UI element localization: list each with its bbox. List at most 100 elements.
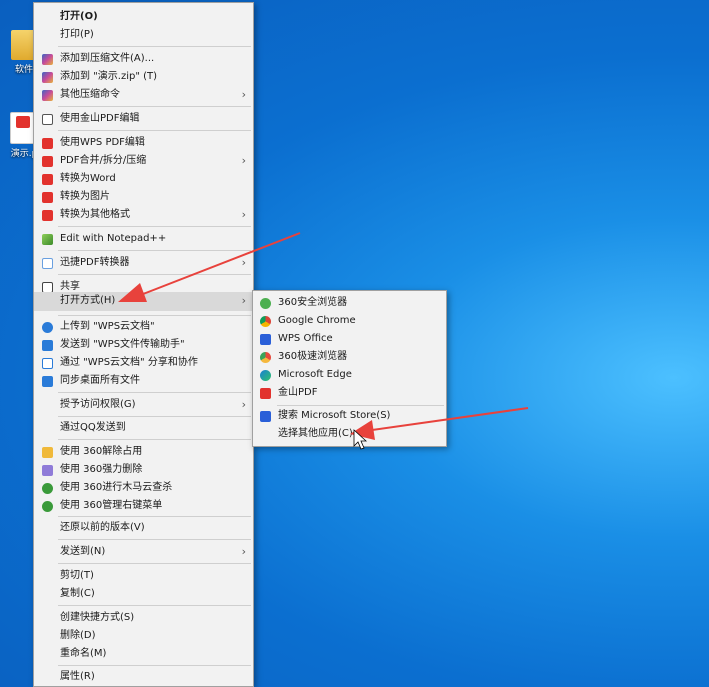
menu-item-label: 迅捷PDF转换器 bbox=[60, 257, 130, 268]
menu-item-label: 金山PDF bbox=[278, 387, 318, 398]
menu-item-send-to[interactable]: 发送到(N) › bbox=[34, 543, 253, 561]
menu-item-copy[interactable]: 复制(C) bbox=[34, 585, 253, 603]
menu-item-convert-image[interactable]: 转换为图片 bbox=[34, 188, 253, 206]
menu-item-pdf-merge[interactable]: PDF合并/拆分/压缩 › bbox=[34, 152, 253, 170]
menu-item-360-trojan-scan[interactable]: 使用 360进行木马云查杀 bbox=[34, 479, 253, 497]
menu-separator bbox=[277, 405, 444, 406]
winrar-icon bbox=[42, 72, 53, 83]
submenu-item-wps-office[interactable]: WPS Office bbox=[253, 330, 446, 348]
menu-item-properties[interactable]: 属性(R) bbox=[34, 668, 253, 686]
chevron-right-icon: › bbox=[241, 154, 246, 167]
menu-item-label: 发送到 "WPS文件传输助手" bbox=[60, 339, 185, 350]
xunjie-pdf-icon bbox=[42, 258, 53, 269]
menu-separator bbox=[58, 226, 251, 227]
chevron-right-icon: › bbox=[241, 208, 246, 221]
menu-separator bbox=[58, 563, 251, 564]
menu-item-label: 剪切(T) bbox=[60, 570, 94, 581]
sync-icon bbox=[42, 376, 53, 387]
submenu-item-360-speed-browser[interactable]: 360极速浏览器 bbox=[253, 348, 446, 366]
menu-item-send-wps-transfer[interactable]: 发送到 "WPS文件传输助手" bbox=[34, 336, 253, 354]
menu-item-open[interactable]: 打开(O) bbox=[34, 8, 253, 26]
menu-item-label: 选择其他应用(C) bbox=[278, 428, 353, 439]
menu-item-label: 使用WPS PDF编辑 bbox=[60, 137, 145, 148]
menu-item-label: Edit with Notepad++ bbox=[60, 233, 167, 244]
menu-separator bbox=[58, 516, 251, 517]
menu-item-label: 上传到 "WPS云文档" bbox=[60, 321, 155, 332]
menu-separator bbox=[58, 315, 251, 316]
chevron-right-icon: › bbox=[241, 294, 246, 307]
menu-item-other-compress[interactable]: 其他压缩命令 › bbox=[34, 86, 253, 104]
menu-item-label: 通过QQ发送到 bbox=[60, 422, 126, 433]
menu-separator bbox=[58, 665, 251, 666]
menu-item-restore-previous[interactable]: 还原以前的版本(V) bbox=[34, 519, 253, 537]
menu-item-delete[interactable]: 删除(D) bbox=[34, 627, 253, 645]
menu-item-label: Microsoft Edge bbox=[278, 369, 352, 380]
menu-item-print[interactable]: 打印(P) bbox=[34, 26, 253, 44]
menu-item-label: 使用 360管理右键菜单 bbox=[60, 500, 163, 511]
menu-item-label: 360安全浏览器 bbox=[278, 297, 348, 308]
menu-item-label: 转换为图片 bbox=[60, 191, 110, 202]
menu-separator bbox=[58, 416, 251, 417]
menu-separator bbox=[58, 106, 251, 107]
submenu-item-microsoft-edge[interactable]: Microsoft Edge bbox=[253, 366, 446, 384]
menu-item-label: 使用 360进行木马云查杀 bbox=[60, 482, 173, 493]
wps-transfer-icon bbox=[42, 340, 53, 351]
menu-item-rename[interactable]: 重命名(M) bbox=[34, 645, 253, 663]
menu-item-create-shortcut[interactable]: 创建快捷方式(S) bbox=[34, 609, 253, 627]
menu-item-360-unlock[interactable]: 使用 360解除占用 bbox=[34, 443, 253, 461]
menu-item-label: WPS Office bbox=[278, 333, 333, 344]
cloud-upload-icon bbox=[42, 322, 53, 333]
menu-item-label: 打印(P) bbox=[60, 29, 94, 40]
menu-item-send-qq[interactable]: 通过QQ发送到 bbox=[34, 419, 253, 437]
menu-item-label: 创建快捷方式(S) bbox=[60, 612, 135, 623]
submenu-item-google-chrome[interactable]: Google Chrome bbox=[253, 312, 446, 330]
menu-item-360-force-delete[interactable]: 使用 360强力删除 bbox=[34, 461, 253, 479]
menu-item-label: 打开(O) bbox=[60, 11, 98, 22]
menu-item-label: 属性(R) bbox=[60, 671, 95, 682]
manage-360-icon bbox=[42, 501, 53, 512]
share-arrow-icon bbox=[42, 358, 53, 369]
menu-item-label: PDF合并/拆分/压缩 bbox=[60, 155, 147, 166]
edge-icon bbox=[260, 370, 271, 381]
menu-item-open-with[interactable]: 打开方式(H) › bbox=[34, 292, 253, 311]
menu-item-360-context-manage[interactable]: 使用 360管理右键菜单 bbox=[34, 497, 253, 515]
submenu-item-kingsoft-pdf[interactable]: 金山PDF bbox=[253, 384, 446, 402]
submenu-item-360-browser[interactable]: 360安全浏览器 bbox=[253, 294, 446, 312]
submenu-item-search-store[interactable]: 搜索 Microsoft Store(S) bbox=[253, 407, 446, 425]
360-browser-icon bbox=[260, 298, 271, 309]
menu-item-kingsoft-pdf-edit[interactable]: 使用金山PDF编辑 bbox=[34, 110, 253, 128]
chrome-icon bbox=[260, 316, 271, 327]
menu-item-cut[interactable]: 剪切(T) bbox=[34, 567, 253, 585]
menu-item-add-zip[interactable]: 添加到 "演示.zip" (T) bbox=[34, 68, 253, 86]
menu-item-sync-desktop[interactable]: 同步桌面所有文件 bbox=[34, 372, 253, 390]
menu-item-convert-other[interactable]: 转换为其他格式 › bbox=[34, 206, 253, 224]
format-convert-icon bbox=[42, 210, 53, 221]
menu-item-label: 同步桌面所有文件 bbox=[60, 375, 140, 386]
store-icon bbox=[260, 411, 271, 422]
menu-item-convert-word[interactable]: 转换为Word bbox=[34, 170, 253, 188]
menu-item-label: 发送到(N) bbox=[60, 546, 106, 557]
menu-separator bbox=[58, 130, 251, 131]
menu-item-label: 搜索 Microsoft Store(S) bbox=[278, 410, 391, 421]
submenu-item-choose-other-app[interactable]: 选择其他应用(C) bbox=[253, 425, 446, 443]
context-menu: 打开(O) 打印(P) 添加到压缩文件(A)... 添加到 "演示.zip" (… bbox=[33, 2, 254, 687]
menu-item-grant-access[interactable]: 授予访问权限(G) › bbox=[34, 396, 253, 414]
menu-item-share-wps-cloud[interactable]: 通过 "WPS云文档" 分享和协作 bbox=[34, 354, 253, 372]
menu-item-label: 删除(D) bbox=[60, 630, 96, 641]
menu-item-label: 使用金山PDF编辑 bbox=[60, 113, 140, 124]
menu-separator bbox=[58, 250, 251, 251]
shield-360-icon bbox=[42, 483, 53, 494]
menu-item-notepad-plus[interactable]: Edit with Notepad++ bbox=[34, 230, 253, 248]
pdf-merge-icon bbox=[42, 156, 53, 167]
menu-item-wps-pdf-edit[interactable]: 使用WPS PDF编辑 bbox=[34, 134, 253, 152]
menu-item-label: 转换为其他格式 bbox=[60, 209, 130, 220]
winrar-icon bbox=[42, 90, 53, 101]
menu-item-upload-wps-cloud[interactable]: 上传到 "WPS云文档" bbox=[34, 318, 253, 336]
menu-item-add-archive[interactable]: 添加到压缩文件(A)... bbox=[34, 50, 253, 68]
kingsoft-pdf-icon bbox=[260, 388, 271, 399]
pdf-edit-icon bbox=[42, 114, 53, 125]
menu-item-xunjie-pdf[interactable]: 迅捷PDF转换器 › bbox=[34, 254, 253, 272]
chevron-right-icon: › bbox=[241, 256, 246, 269]
image-convert-icon bbox=[42, 192, 53, 203]
menu-item-label: 还原以前的版本(V) bbox=[60, 522, 145, 533]
